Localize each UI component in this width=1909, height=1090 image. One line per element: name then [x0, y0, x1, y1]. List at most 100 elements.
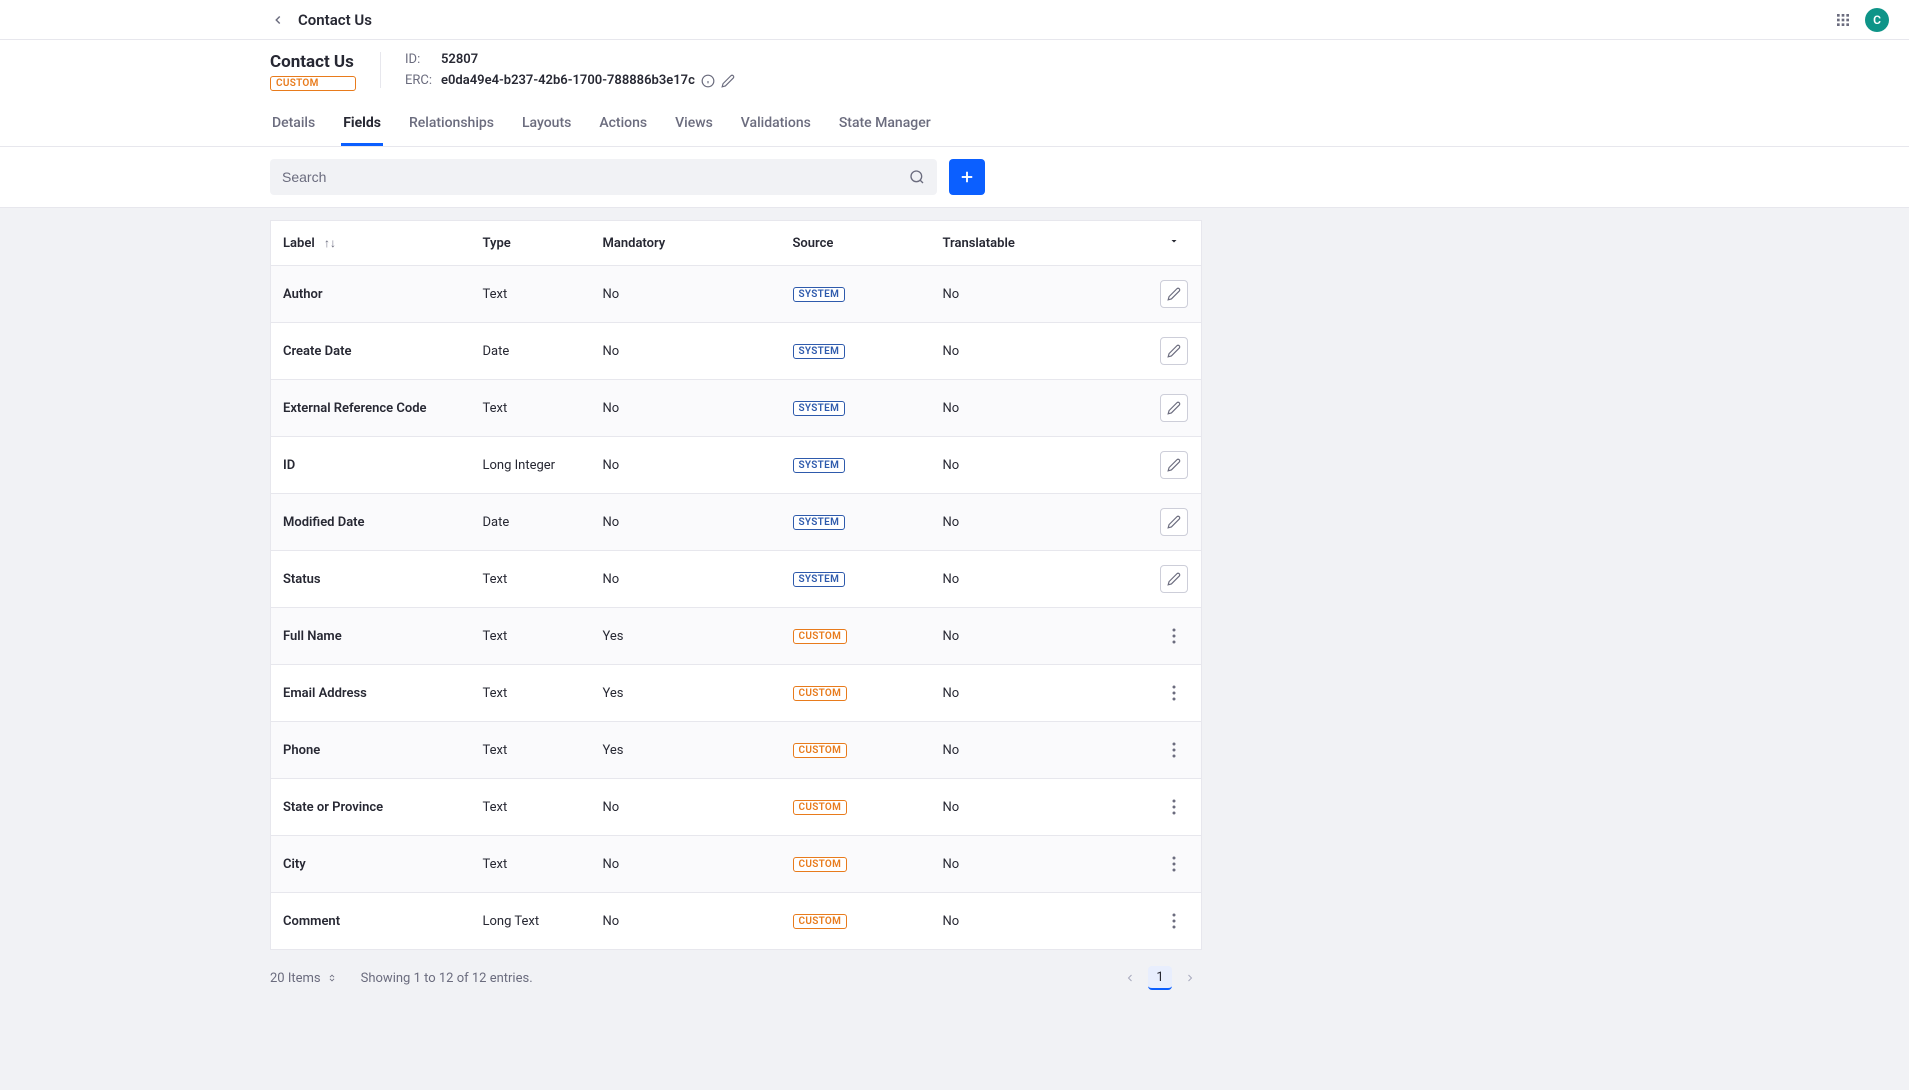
vertical-dots-icon	[1172, 913, 1176, 929]
table-row[interactable]: StatusTextNoSYSTEMNo	[271, 551, 1202, 608]
cell-actions	[1148, 323, 1202, 380]
edit-row-button[interactable]	[1160, 451, 1188, 479]
add-field-button[interactable]	[949, 159, 985, 195]
cell-translatable: No	[931, 608, 1148, 665]
cell-actions	[1148, 779, 1202, 836]
table-row[interactable]: CityTextNoCUSTOMNo	[271, 836, 1202, 893]
info-button[interactable]	[701, 74, 715, 88]
custom-badge: CUSTOM	[793, 800, 848, 815]
chevron-right-icon	[1184, 972, 1196, 984]
tab-actions[interactable]: Actions	[597, 105, 649, 146]
cell-translatable: No	[931, 494, 1148, 551]
pencil-icon	[721, 74, 735, 88]
meta-erc-value: e0da49e4-b237-42b6-1700-788886b3e17c	[441, 73, 695, 88]
table-row[interactable]: Full NameTextYesCUSTOMNo	[271, 608, 1202, 665]
custom-badge: CUSTOM	[793, 686, 848, 701]
row-more-button[interactable]	[1160, 850, 1188, 878]
cell-type: Text	[471, 608, 591, 665]
tab-state-manager[interactable]: State Manager	[837, 105, 933, 146]
vertical-dots-icon	[1172, 856, 1176, 872]
page-size-label: 20 Items	[270, 971, 321, 986]
page-1-button[interactable]: 1	[1148, 966, 1172, 990]
cell-source: SYSTEM	[781, 437, 931, 494]
tabs: Details Fields Relationships Layouts Actions…	[270, 99, 1909, 146]
vertical-dots-icon	[1172, 742, 1176, 758]
cell-label: ID	[271, 437, 471, 494]
cell-label: Full Name	[271, 608, 471, 665]
cell-type: Text	[471, 779, 591, 836]
row-more-button[interactable]	[1160, 907, 1188, 935]
cell-label: City	[271, 836, 471, 893]
next-page-button[interactable]	[1178, 966, 1202, 990]
table-row[interactable]: CommentLong TextNoCUSTOMNo	[271, 893, 1202, 950]
tab-validations[interactable]: Validations	[739, 105, 813, 146]
system-badge: SYSTEM	[793, 287, 846, 302]
table-row[interactable]: State or ProvinceTextNoCUSTOMNo	[271, 779, 1202, 836]
row-more-button[interactable]	[1160, 793, 1188, 821]
object-source-badge: CUSTOM	[270, 76, 356, 91]
cell-source: CUSTOM	[781, 608, 931, 665]
row-more-button[interactable]	[1160, 679, 1188, 707]
col-actions[interactable]	[1148, 221, 1202, 266]
cell-mandatory: No	[591, 323, 781, 380]
topbar-right: C	[1835, 8, 1893, 32]
custom-badge: CUSTOM	[793, 914, 848, 929]
system-badge: SYSTEM	[793, 401, 846, 416]
edit-row-button[interactable]	[1160, 394, 1188, 422]
edit-row-button[interactable]	[1160, 565, 1188, 593]
row-more-button[interactable]	[1160, 736, 1188, 764]
cell-type: Date	[471, 323, 591, 380]
prev-page-button[interactable]	[1118, 966, 1142, 990]
cell-label: Modified Date	[271, 494, 471, 551]
plus-icon	[958, 168, 976, 186]
table-row[interactable]: IDLong IntegerNoSYSTEMNo	[271, 437, 1202, 494]
cell-mandatory: No	[591, 437, 781, 494]
chevron-left-icon	[1124, 972, 1136, 984]
cell-type: Text	[471, 836, 591, 893]
col-translatable[interactable]: Translatable	[931, 221, 1148, 266]
table-row[interactable]: Create DateDateNoSYSTEMNo	[271, 323, 1202, 380]
tab-views[interactable]: Views	[673, 105, 715, 146]
cell-mandatory: No	[591, 380, 781, 437]
col-source[interactable]: Source	[781, 221, 931, 266]
table-row[interactable]: AuthorTextNoSYSTEMNo	[271, 266, 1202, 323]
edit-row-button[interactable]	[1160, 337, 1188, 365]
apps-menu-button[interactable]	[1835, 12, 1851, 28]
cell-mandatory: Yes	[591, 608, 781, 665]
meta-id-value: 52807	[441, 52, 478, 67]
tab-fields[interactable]: Fields	[341, 105, 383, 146]
tab-layouts[interactable]: Layouts	[520, 105, 573, 146]
page-size-selector[interactable]: 20 Items	[270, 971, 337, 986]
tab-relationships[interactable]: Relationships	[407, 105, 496, 146]
showing-text: Showing 1 to 12 of 12 entries.	[361, 971, 533, 986]
edit-row-button[interactable]	[1160, 280, 1188, 308]
col-type[interactable]: Type	[471, 221, 591, 266]
avatar[interactable]: C	[1865, 8, 1889, 32]
system-badge: SYSTEM	[793, 344, 846, 359]
search-input[interactable]	[282, 169, 909, 185]
row-more-button[interactable]	[1160, 622, 1188, 650]
header-title-col: Contact Us CUSTOM	[270, 52, 356, 91]
col-mandatory[interactable]: Mandatory	[591, 221, 781, 266]
cell-type: Text	[471, 266, 591, 323]
edit-row-button[interactable]	[1160, 508, 1188, 536]
cell-translatable: No	[931, 893, 1148, 950]
edit-erc-button[interactable]	[721, 74, 735, 88]
vertical-dots-icon	[1172, 628, 1176, 644]
cell-type: Text	[471, 665, 591, 722]
cell-type: Date	[471, 494, 591, 551]
table-row[interactable]: PhoneTextYesCUSTOMNo	[271, 722, 1202, 779]
custom-badge: CUSTOM	[793, 857, 848, 872]
table-header: Label ↑↓ Type Mandatory Source Translata…	[271, 221, 1202, 266]
footer-left: 20 Items Showing 1 to 12 of 12 entries.	[270, 971, 533, 986]
tab-details[interactable]: Details	[270, 105, 317, 146]
col-label[interactable]: Label ↑↓	[271, 221, 471, 266]
pencil-icon	[1167, 287, 1181, 301]
header-meta: ID: 52807 ERC: e0da49e4-b237-42b6-1700-7…	[380, 52, 735, 88]
table-row[interactable]: External Reference CodeTextNoSYSTEMNo	[271, 380, 1202, 437]
content: Label ↑↓ Type Mandatory Source Translata…	[0, 208, 1909, 1090]
col-translatable-text: Translatable	[943, 236, 1015, 251]
table-row[interactable]: Modified DateDateNoSYSTEMNo	[271, 494, 1202, 551]
back-button[interactable]	[270, 12, 286, 28]
table-row[interactable]: Email AddressTextYesCUSTOMNo	[271, 665, 1202, 722]
